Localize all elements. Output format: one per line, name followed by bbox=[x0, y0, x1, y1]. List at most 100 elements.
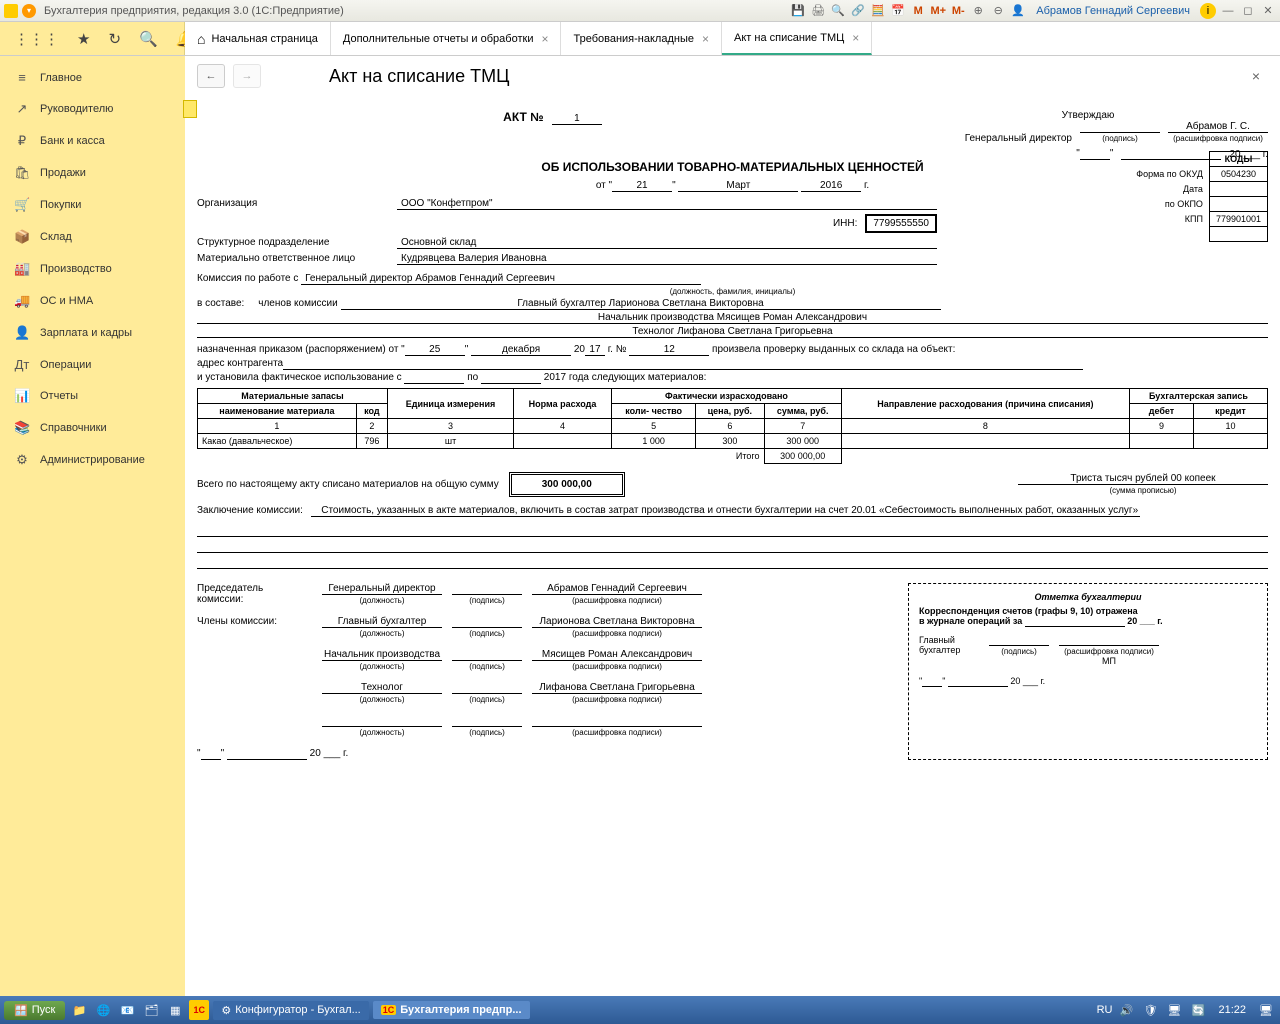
tab-reports[interactable]: Дополнительные отчеты и обработки× bbox=[331, 22, 562, 55]
sidebar-item-label: Отчеты bbox=[40, 390, 78, 402]
window-titlebar: ▾ Бухгалтерия предприятия, редакция 3.0 … bbox=[0, 0, 1280, 22]
task-accounting[interactable]: 1C Бухгалтерия предпр... bbox=[373, 1001, 530, 1019]
sidebar-item-label: Операции bbox=[40, 359, 91, 371]
sidebar-item[interactable]: ≡ Главное bbox=[0, 62, 185, 93]
forward-button[interactable]: → bbox=[233, 64, 261, 88]
tab-bar: ⋮⋮⋮ ★ ↻ 🔍 🔔 Начальная страница Дополните… bbox=[0, 22, 1280, 56]
tray-network-icon[interactable]: 🖥 bbox=[1164, 1000, 1184, 1020]
signatures: Председатель комиссии: Генеральный дирек… bbox=[197, 583, 1268, 760]
close-page-icon[interactable]: × bbox=[1244, 64, 1268, 88]
sidebar-item[interactable]: 📚 Справочники bbox=[0, 412, 185, 444]
tray-icon[interactable]: ▦ bbox=[165, 1000, 185, 1020]
user-name[interactable]: Абрамов Геннадий Сергеевич bbox=[1036, 5, 1190, 17]
sidebar-item-label: Главное bbox=[40, 72, 82, 84]
sidebar-icon: 🏭 bbox=[14, 261, 30, 277]
link-icon[interactable]: 🔗 bbox=[850, 3, 866, 19]
tray-sync-icon[interactable]: 🔄 bbox=[1188, 1000, 1208, 1020]
inn-box: 7799555550 bbox=[865, 214, 937, 233]
start-button[interactable]: 🪟 Пуск bbox=[4, 1001, 65, 1020]
sidebar-icon: ₽ bbox=[14, 133, 30, 149]
close-icon[interactable]: × bbox=[702, 32, 709, 46]
tray-icon[interactable]: 📁 bbox=[69, 1000, 89, 1020]
lang-indicator[interactable]: RU bbox=[1097, 1004, 1113, 1016]
sidebar-item[interactable]: 🏭 Производство bbox=[0, 253, 185, 285]
document-view[interactable]: КОДЫ Форма по ОКУД0504230 Дата по ОКПО К… bbox=[185, 96, 1280, 996]
tab-act[interactable]: Акт на списание ТМЦ× bbox=[722, 22, 872, 55]
sidebar-item[interactable]: ДтОперации bbox=[0, 349, 185, 380]
tab-requirements[interactable]: Требования-накладные× bbox=[561, 22, 722, 55]
sidebar: ≡ Главное ↗ Руководителю ₽ Банк и касса 🛍 Прода… bbox=[0, 56, 185, 996]
sidebar-item[interactable]: 🚚ОС и НМА bbox=[0, 285, 185, 317]
sidebar-item-label: Банк и касса bbox=[40, 135, 105, 147]
save-icon[interactable]: 💾 bbox=[790, 3, 806, 19]
calc-icon[interactable]: 🧮 bbox=[870, 3, 886, 19]
sidebar-icon: 🛍 bbox=[14, 165, 30, 181]
tray-icon[interactable]: 🗂 bbox=[141, 1000, 161, 1020]
search-icon[interactable]: 🔍 bbox=[139, 30, 158, 48]
calendar-icon[interactable]: 📅 bbox=[890, 3, 906, 19]
zoom-out-icon[interactable]: ⊖ bbox=[990, 3, 1006, 19]
tray-icon[interactable]: 🌐 bbox=[93, 1000, 113, 1020]
star-icon[interactable]: ★ bbox=[77, 30, 90, 48]
sidebar-item[interactable]: 📦 Склад bbox=[0, 221, 185, 253]
sidebar-icon: ≡ bbox=[14, 70, 30, 85]
sidebar-icon: 📦 bbox=[14, 229, 30, 245]
apps-icon[interactable]: ⋮⋮⋮ bbox=[14, 30, 59, 48]
page-title: Акт на списание ТМЦ bbox=[329, 66, 509, 87]
sidebar-icon: ↗ bbox=[14, 101, 30, 117]
history-icon[interactable]: ↻ bbox=[108, 30, 121, 48]
window-title: Бухгалтерия предприятия, редакция 3.0 (1… bbox=[44, 5, 344, 17]
accounting-note: Отметка бухгалтерии Корреспонденция счет… bbox=[908, 583, 1268, 760]
minimize-icon[interactable]: — bbox=[1220, 3, 1236, 19]
sidebar-item-label: Продажи bbox=[40, 167, 86, 179]
mplus-icon[interactable]: M+ bbox=[930, 3, 946, 19]
clock[interactable]: 21:22 bbox=[1218, 1004, 1246, 1016]
sidebar-item[interactable]: 🛒 Покупки bbox=[0, 189, 185, 221]
preview-icon[interactable]: 🔍 bbox=[830, 3, 846, 19]
sidebar-icon: ⚙ bbox=[14, 452, 30, 468]
m-icon[interactable]: M bbox=[910, 3, 926, 19]
close-icon[interactable]: × bbox=[852, 31, 859, 45]
maximize-icon[interactable]: ◻ bbox=[1240, 3, 1256, 19]
tab-home[interactable]: Начальная страница bbox=[185, 22, 331, 55]
sidebar-item[interactable]: ⚙ Администрирование bbox=[0, 444, 185, 476]
quick-icons: ⋮⋮⋮ ★ ↻ 🔍 🔔 bbox=[0, 22, 185, 55]
materials-table: Материальные запасы Единица измерения Но… bbox=[197, 388, 1268, 464]
sidebar-item-label: Администрирование bbox=[40, 454, 145, 466]
sidebar-icon: 📊 bbox=[14, 388, 30, 404]
tray-volume-icon[interactable]: 🔊 bbox=[1116, 1000, 1136, 1020]
sidebar-item-label: Руководителю bbox=[40, 103, 113, 115]
sidebar-icon: 🚚 bbox=[14, 293, 30, 309]
sidebar-item-label: Зарплата и кадры bbox=[40, 327, 132, 339]
tray-icon[interactable]: 📧 bbox=[117, 1000, 137, 1020]
dropdown-icon[interactable]: ▾ bbox=[22, 4, 36, 18]
act-title: ОБ ИСПОЛЬЗОВАНИИ ТОВАРНО-МАТЕРИАЛЬНЫХ ЦЕ… bbox=[197, 160, 1268, 174]
sidebar-item-label: Производство bbox=[40, 263, 112, 275]
sidebar-item[interactable]: ↗ Руководителю bbox=[0, 93, 185, 125]
sidebar-icon: 📚 bbox=[14, 420, 30, 436]
app-1c-icon[interactable]: 1C bbox=[189, 1000, 209, 1020]
sidebar-item[interactable]: ₽ Банк и касса bbox=[0, 125, 185, 157]
mminus-icon[interactable]: M- bbox=[950, 3, 966, 19]
task-configurator[interactable]: ⚙ Конфигуратор - Бухгал... bbox=[213, 1001, 368, 1020]
print-icon[interactable]: 🖨 bbox=[810, 3, 826, 19]
sidebar-item[interactable]: 👤Зарплата и кадры bbox=[0, 317, 185, 349]
sidebar-item-label: Покупки bbox=[40, 199, 81, 211]
info-icon[interactable]: i bbox=[1200, 3, 1216, 19]
sidebar-item-label: Склад bbox=[40, 231, 72, 243]
act-date: от "21" Март 2016 г. bbox=[197, 180, 1268, 192]
sidebar-item[interactable]: 📊 Отчеты bbox=[0, 380, 185, 412]
tray-shield-icon[interactable]: 🛡 bbox=[1140, 1000, 1160, 1020]
zoom-in-icon[interactable]: ⊕ bbox=[970, 3, 986, 19]
user-icon: 👤 bbox=[1010, 3, 1026, 19]
taskbar: 🪟 Пуск 📁 🌐 📧 🗂 ▦ 1C ⚙ Конфигуратор - Бух… bbox=[0, 996, 1280, 1024]
sidebar-icon: 🛒 bbox=[14, 197, 30, 213]
content-header: ← → Акт на списание ТМЦ × bbox=[185, 56, 1280, 96]
sidebar-item-label: Справочники bbox=[40, 422, 107, 434]
codes-block: КОДЫ Форма по ОКУД0504230 Дата по ОКПО К… bbox=[1130, 151, 1268, 242]
close-window-icon[interactable]: ✕ bbox=[1260, 3, 1276, 19]
tray-monitor-icon[interactable]: 🖥 bbox=[1256, 1000, 1276, 1020]
close-icon[interactable]: × bbox=[541, 32, 548, 46]
sidebar-item[interactable]: 🛍 Продажи bbox=[0, 157, 185, 189]
back-button[interactable]: ← bbox=[197, 64, 225, 88]
